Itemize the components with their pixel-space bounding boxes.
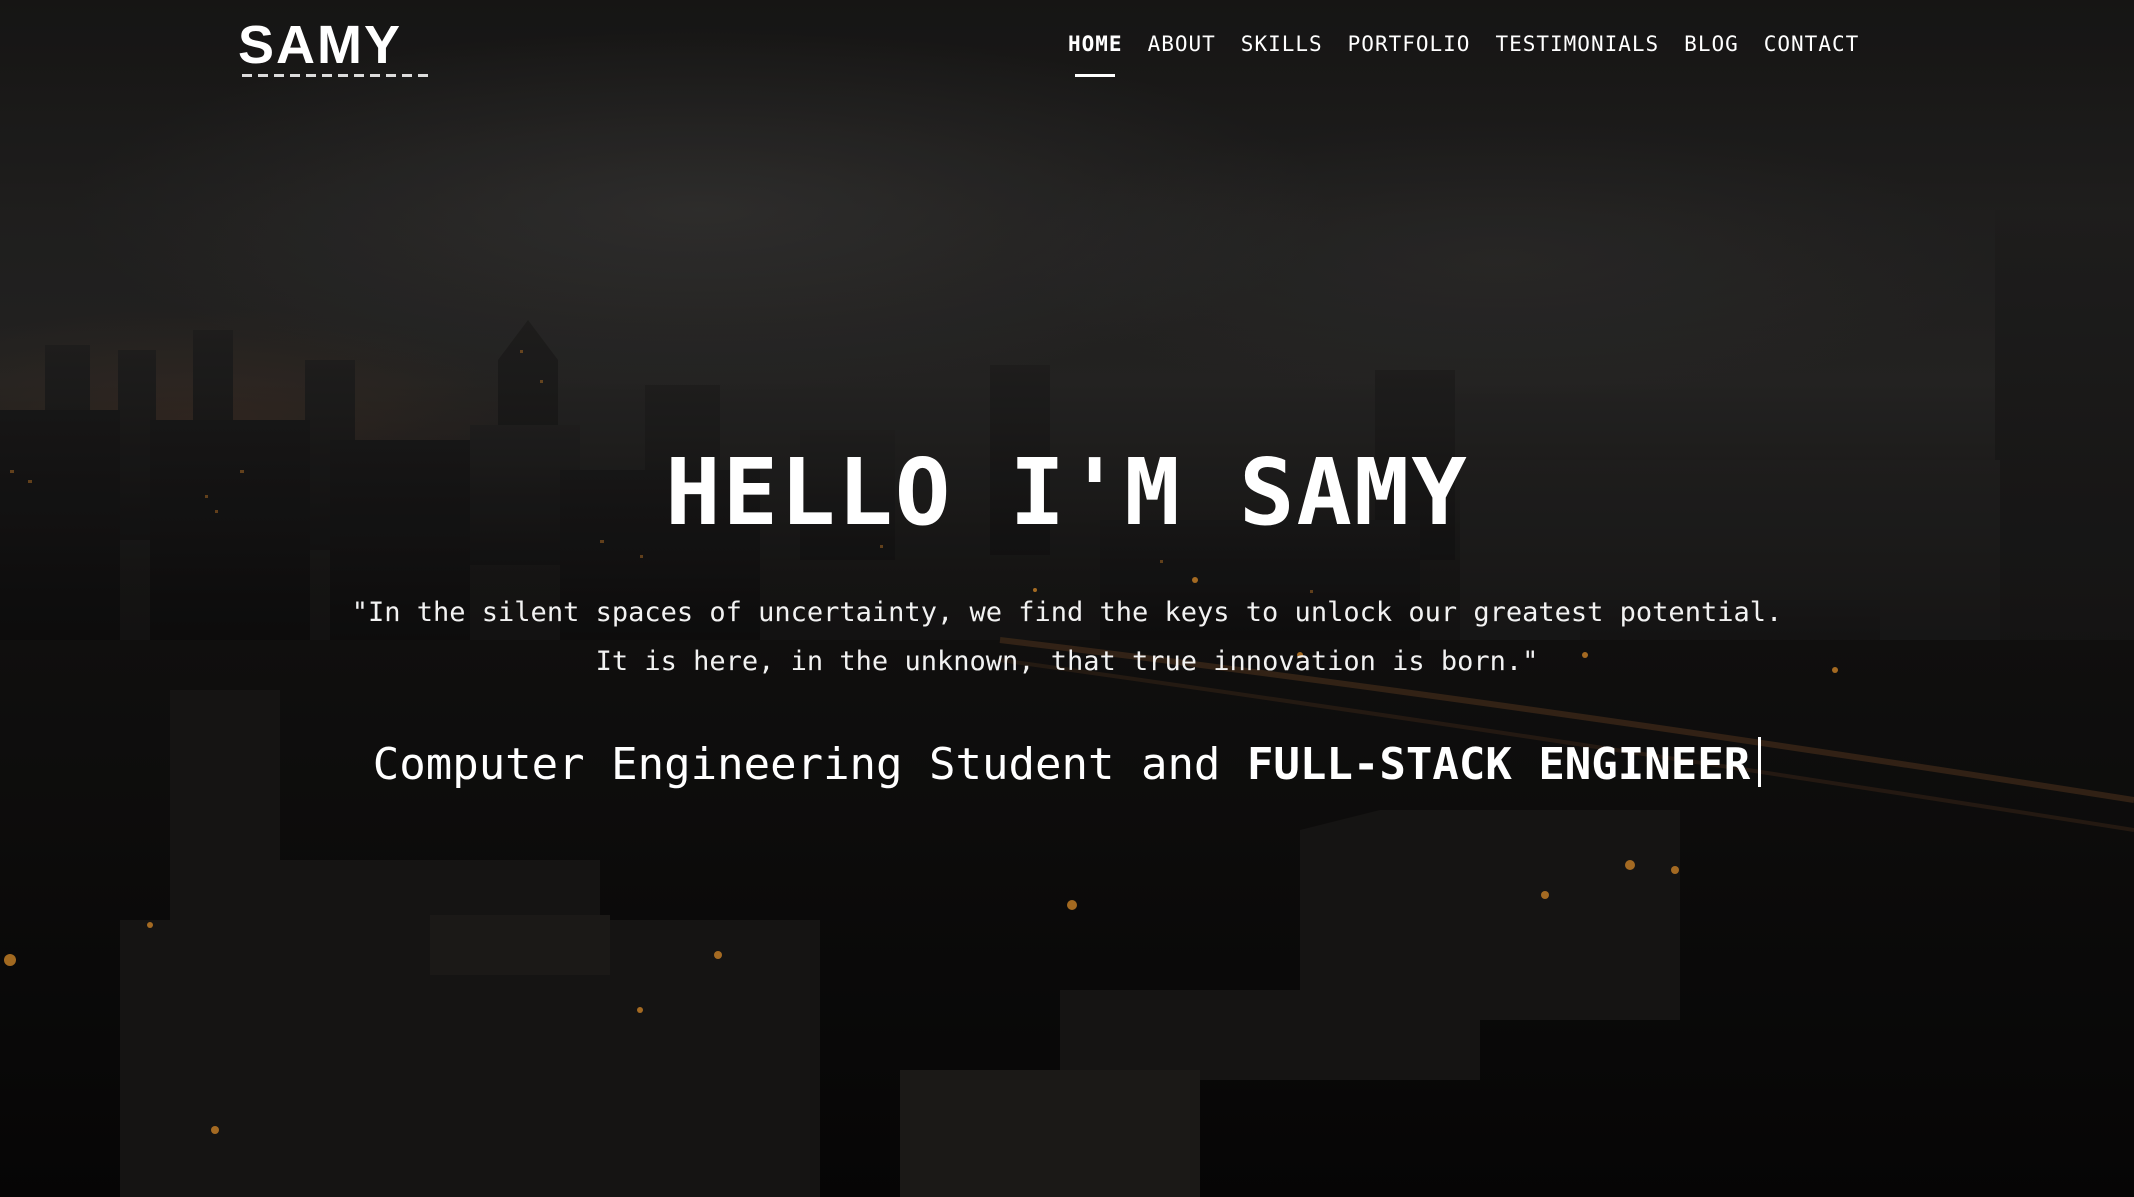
nav-item-skills[interactable]: SKILLS bbox=[1241, 32, 1323, 56]
logo-underline-decoration bbox=[242, 74, 428, 77]
nav-item-portfolio[interactable]: PORTFOLIO bbox=[1348, 32, 1471, 56]
nav-item-blog[interactable]: BLOG bbox=[1684, 32, 1739, 56]
hero-title: HELLO I'M SAMY bbox=[665, 439, 1469, 546]
logo-text: SAMY bbox=[238, 15, 403, 75]
nav-item-home[interactable]: HOME bbox=[1068, 32, 1123, 56]
nav-item-contact[interactable]: CONTACT bbox=[1764, 32, 1860, 56]
hero-quote: "In the silent spaces of uncertainty, we… bbox=[0, 588, 2134, 686]
site-logo[interactable]: SAMY bbox=[238, 18, 438, 80]
nav-item-testimonials[interactable]: TESTIMONIALS bbox=[1495, 32, 1659, 56]
hero-quote-line-2: It is here, in the unknown, that true in… bbox=[595, 646, 1539, 677]
hero-role-prefix: Computer Engineering Student and bbox=[372, 739, 1221, 790]
hero-role-typed-text: FULL-STACK ENGINEER bbox=[1246, 739, 1751, 790]
nav-item-about[interactable]: ABOUT bbox=[1148, 32, 1216, 56]
hero-role-line: Computer Engineering Student and FULL-ST… bbox=[0, 735, 2134, 795]
main-navigation: HOME ABOUT SKILLS PORTFOLIO TESTIMONIALS… bbox=[1068, 32, 1884, 56]
hero-quote-line-1: "In the silent spaces of uncertainty, we… bbox=[351, 597, 1783, 628]
typing-cursor bbox=[1758, 737, 1762, 787]
